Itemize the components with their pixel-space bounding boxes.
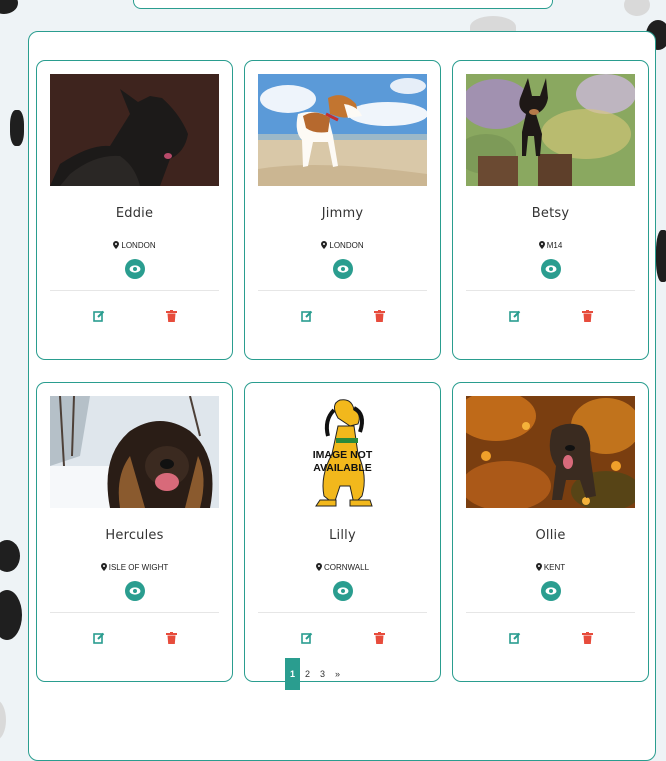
- dog-location-text: M14: [546, 241, 563, 250]
- eye-icon: [545, 587, 557, 595]
- dog-name[interactable]: Hercules: [37, 528, 232, 543]
- image-not-available-placeholder: IMAGE NOT AVAILABLE: [258, 396, 427, 508]
- placeholder-text-line1: IMAGE NOT: [313, 449, 373, 461]
- delete-button[interactable]: [374, 307, 385, 326]
- next-page-link[interactable]: »: [330, 669, 345, 679]
- leonberger-snow-photo: [50, 396, 219, 508]
- eye-icon: [545, 265, 557, 273]
- edit-icon: [301, 310, 313, 322]
- dog-card: Jimmy LONDON: [244, 60, 441, 360]
- view-button[interactable]: [333, 581, 353, 601]
- dog-photo[interactable]: [258, 74, 427, 186]
- edit-icon: [509, 632, 521, 644]
- dog-card: Betsy M14: [452, 60, 649, 360]
- view-button[interactable]: [125, 259, 145, 279]
- eye-icon: [129, 587, 141, 595]
- map-marker-icon: [100, 563, 107, 571]
- dog-card: Ollie KENT: [452, 382, 649, 682]
- dog-name[interactable]: Betsy: [453, 206, 648, 221]
- edit-button[interactable]: [301, 629, 313, 648]
- dog-location-text: ISLE OF WIGHT: [108, 563, 169, 572]
- dog-name[interactable]: Ollie: [453, 528, 648, 543]
- eye-icon: [337, 587, 349, 595]
- dog-location-text: CORNWALL: [323, 563, 370, 572]
- delete-button[interactable]: [166, 629, 177, 648]
- spaniel-autumn-photo: [466, 396, 635, 508]
- edit-button[interactable]: [509, 307, 521, 326]
- card-divider: [466, 612, 635, 613]
- dog-name[interactable]: Jimmy: [245, 206, 440, 221]
- card-divider: [466, 290, 635, 291]
- eye-icon: [129, 265, 141, 273]
- dog-name[interactable]: Eddie: [37, 206, 232, 221]
- view-button[interactable]: [541, 259, 561, 279]
- eye-icon: [337, 265, 349, 273]
- dog-name[interactable]: Lilly: [245, 528, 440, 543]
- delete-button[interactable]: [582, 307, 593, 326]
- map-marker-icon: [321, 241, 328, 249]
- edit-icon: [93, 310, 105, 322]
- edit-icon: [509, 310, 521, 322]
- trash-icon: [582, 632, 593, 644]
- delete-button[interactable]: [582, 629, 593, 648]
- dog-photo[interactable]: [466, 396, 635, 508]
- dog-location: KENT: [453, 563, 648, 572]
- view-button[interactable]: [541, 581, 561, 601]
- edit-button[interactable]: [93, 629, 105, 648]
- dog-photo[interactable]: [50, 396, 219, 508]
- dog-location: M14: [453, 241, 648, 250]
- map-marker-icon: [315, 563, 322, 571]
- edit-button[interactable]: [93, 307, 105, 326]
- delete-button[interactable]: [166, 307, 177, 326]
- page-link-1[interactable]: 1: [285, 658, 300, 690]
- dog-card: Eddie LONDON: [36, 60, 233, 360]
- map-marker-icon: [535, 563, 542, 571]
- trash-icon: [582, 310, 593, 322]
- placeholder-text-line2: AVAILABLE: [313, 462, 372, 474]
- search-box-container: [133, 0, 553, 9]
- dog-location-text: LONDON: [329, 241, 364, 250]
- dog-photo[interactable]: [466, 74, 635, 186]
- dog-location: LONDON: [245, 241, 440, 250]
- dog-location-text: LONDON: [121, 241, 156, 250]
- card-divider: [258, 290, 427, 291]
- chihuahua-flowers-photo: [466, 74, 635, 186]
- map-marker-icon: [538, 241, 545, 249]
- scottish-terrier-photo: [50, 74, 219, 186]
- map-marker-icon: [113, 241, 120, 249]
- trash-icon: [374, 310, 385, 322]
- dog-card: IMAGE NOT AVAILABLE Lilly CORNWALL: [244, 382, 441, 682]
- dog-card: Hercules ISLE OF WIGHT: [36, 382, 233, 682]
- edit-icon: [301, 632, 313, 644]
- trash-icon: [374, 632, 385, 644]
- card-divider: [50, 612, 219, 613]
- view-button[interactable]: [125, 581, 145, 601]
- beagle-beach-photo: [258, 74, 427, 186]
- page-link-3[interactable]: 3: [315, 669, 330, 679]
- delete-button[interactable]: [374, 629, 385, 648]
- edit-button[interactable]: [301, 307, 313, 326]
- dog-photo[interactable]: IMAGE NOT AVAILABLE: [258, 396, 427, 508]
- trash-icon: [166, 632, 177, 644]
- edit-button[interactable]: [509, 629, 521, 648]
- dog-photo[interactable]: [50, 74, 219, 186]
- dog-location: ISLE OF WIGHT: [37, 563, 232, 572]
- card-divider: [50, 290, 219, 291]
- dog-location: LONDON: [37, 241, 232, 250]
- dog-location-text: KENT: [543, 563, 566, 572]
- dog-location: CORNWALL: [245, 563, 440, 572]
- card-divider: [258, 612, 427, 613]
- page-link-2[interactable]: 2: [300, 669, 315, 679]
- pagination: 1 2 3 »: [285, 658, 345, 690]
- edit-icon: [93, 632, 105, 644]
- view-button[interactable]: [333, 259, 353, 279]
- trash-icon: [166, 310, 177, 322]
